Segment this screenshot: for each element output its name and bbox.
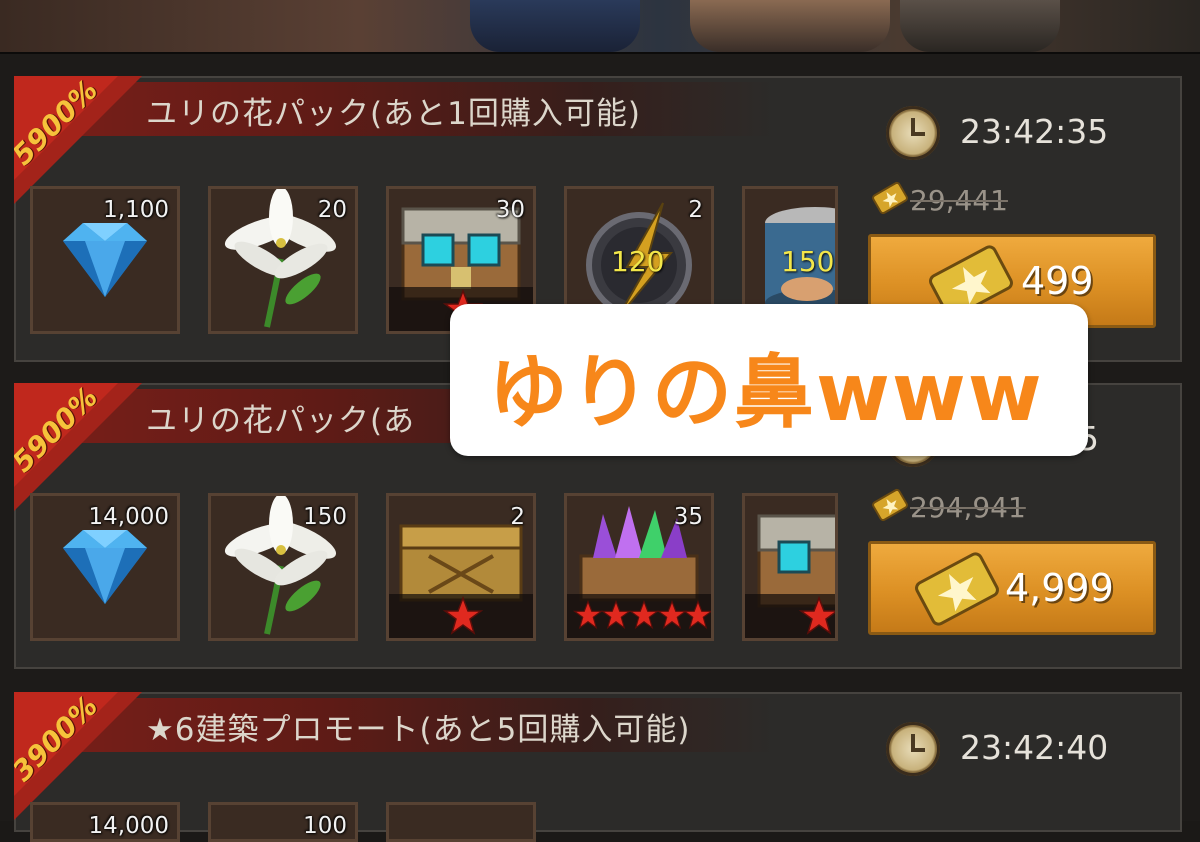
pack-title: ユリの花パック(あと1回購入可能) [146, 96, 641, 132]
hero-figure-far-right [900, 0, 1060, 52]
pack-card: 3900% ★6建築プロモート(あと5回購入可能) 14,000 100 23:… [14, 692, 1182, 842]
timer-text: 23:42:40 [960, 728, 1109, 767]
speedup-badge: 120 [611, 245, 665, 278]
hero-figure-left [470, 0, 640, 52]
item-slot[interactable]: 1,100 [30, 186, 180, 334]
item-slot[interactable]: 14,000 [30, 493, 180, 641]
star-icon [799, 596, 835, 635]
item-count: 2 [510, 504, 525, 530]
item-count: 100 [303, 813, 347, 839]
original-price-value: 29,441 [910, 184, 1008, 217]
item-count: 2 [688, 197, 703, 223]
clock-icon [886, 106, 940, 160]
item-count: 35 [673, 504, 703, 530]
item-count: 20 [317, 197, 347, 223]
star-icon [443, 596, 483, 635]
star-icon [601, 600, 631, 630]
ticket-icon [915, 552, 999, 626]
original-price: 29,441 [872, 181, 1008, 217]
item-count: 1,100 [103, 197, 169, 223]
pack-title: ユリの花パック(あ [146, 403, 416, 439]
star-rating [745, 594, 835, 638]
buy-button[interactable]: 4,999 [868, 541, 1156, 635]
ticket-icon [872, 181, 908, 215]
hero-figure-right [690, 0, 890, 52]
item-slot[interactable]: 2 [386, 493, 536, 641]
item-count: 150 [303, 504, 347, 530]
item-slot[interactable] [742, 493, 838, 641]
item-slot[interactable]: 14,000 [30, 802, 180, 842]
buy-price: 499 [1021, 259, 1094, 303]
star-rating [389, 594, 533, 638]
timer-text: 23:42:35 [960, 112, 1109, 151]
item-slot[interactable]: 20 [208, 186, 358, 334]
item-count: 14,000 [88, 813, 169, 839]
original-price: 294,941 [872, 488, 1026, 524]
ticket-icon [872, 488, 908, 522]
clock-icon [886, 722, 940, 776]
item-count: 14,000 [88, 504, 169, 530]
food-badge: 150 [781, 245, 835, 278]
pack-title: ★6建築プロモート(あと5回購入可能) [146, 712, 691, 748]
star-icon [573, 600, 603, 630]
hero-banner [0, 0, 1200, 54]
item-slot[interactable]: 35 [564, 493, 714, 641]
star-icon [683, 600, 711, 630]
star-icon [629, 600, 659, 630]
item-count: 30 [495, 197, 525, 223]
item-slot[interactable]: 150 [208, 493, 358, 641]
caption-text: ゆりの鼻www [488, 346, 1044, 439]
star-rating [567, 594, 711, 638]
caption-overlay: ゆりの鼻www [450, 304, 1088, 456]
buy-price: 4,999 [1005, 566, 1114, 610]
item-slot[interactable] [386, 802, 536, 842]
original-price-value: 294,941 [910, 491, 1026, 524]
item-slot[interactable]: 100 [208, 802, 358, 842]
